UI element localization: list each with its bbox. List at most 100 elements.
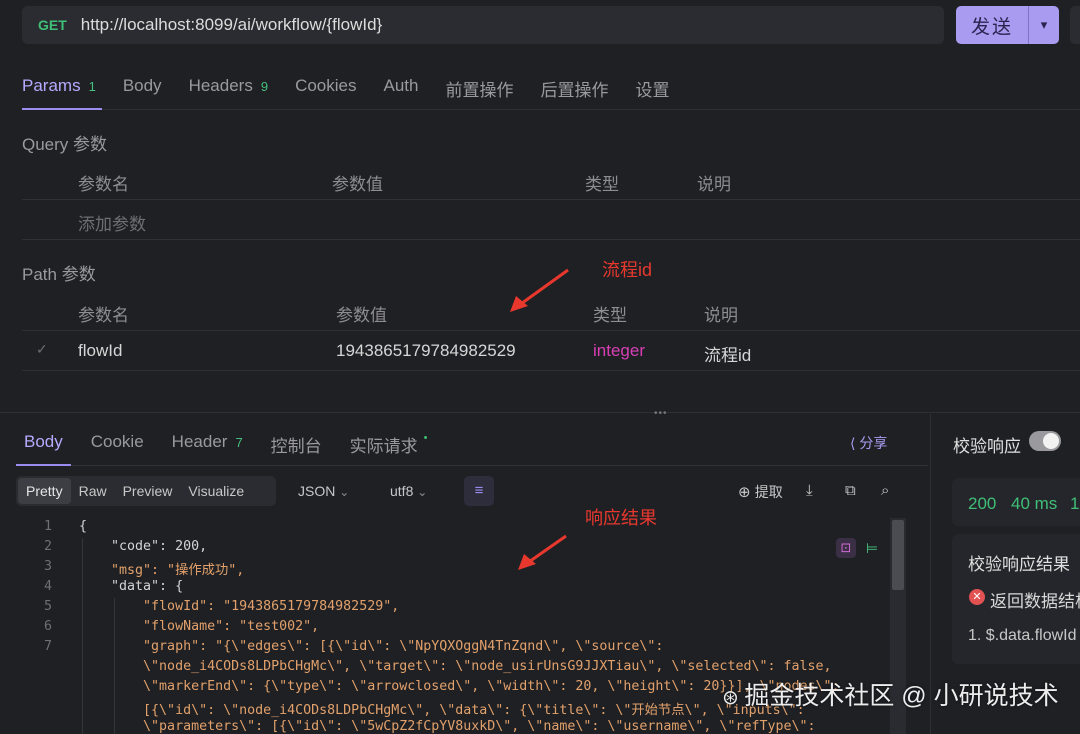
- param-type[interactable]: integer: [593, 341, 645, 361]
- ai-assist-icon[interactable]: ⊡: [836, 538, 856, 558]
- annotation-response: 响应结果: [585, 508, 657, 528]
- share-icon: ⟨: [850, 435, 856, 451]
- download-icon[interactable]: ⤓: [806, 482, 813, 499]
- col-name: 参数名: [78, 306, 129, 325]
- format-pretty[interactable]: Pretty: [18, 478, 71, 504]
- code-line: "data": {: [79, 579, 184, 594]
- tab-cookies[interactable]: Cookies: [295, 62, 356, 110]
- tab-label: Cookie: [90, 432, 144, 451]
- check-icon[interactable]: ✓: [36, 341, 48, 358]
- validate-toggle[interactable]: [1029, 431, 1061, 451]
- tab-response-body[interactable]: Body: [16, 420, 71, 466]
- chevron-down-icon[interactable]: ▾: [1029, 17, 1059, 33]
- col-value: 参数值: [332, 175, 383, 194]
- response-tabs: Body Cookie Header 7 控制台 实际请求 •: [16, 420, 928, 466]
- line-number: 7: [43, 639, 52, 654]
- copy-icon[interactable]: ⧉: [845, 482, 856, 499]
- method-select[interactable]: GET: [38, 17, 67, 33]
- format-select-value: JSON: [298, 483, 336, 499]
- query-add-row: 添加参数: [22, 200, 1080, 240]
- url-input[interactable]: http://localhost:8099/ai/workflow/{flowI…: [81, 15, 382, 35]
- chevron-down-icon: ⌄: [339, 485, 350, 499]
- share-label: 分享: [859, 435, 888, 451]
- chevron-down-icon: ⌄: [417, 485, 428, 499]
- tab-headers[interactable]: Headers 9: [189, 62, 269, 110]
- drag-handle-icon[interactable]: •••: [654, 408, 668, 419]
- code-line: "msg": "操作成功",: [79, 563, 245, 578]
- path-section-title: Path 参数: [22, 265, 96, 284]
- overflow-button[interactable]: [1070, 6, 1080, 44]
- response-time: 40 ms: [1011, 494, 1058, 513]
- col-desc: 说明: [704, 306, 738, 325]
- annotation-flow-id: 流程id: [602, 260, 653, 280]
- code-line: \"parameters\": [{\"id\": \"5wCpZ2fCpYV8…: [79, 719, 816, 734]
- tab-console[interactable]: 控制台: [263, 420, 330, 466]
- tab-body[interactable]: Body: [123, 62, 162, 110]
- tab-label: 后置操作: [540, 81, 609, 100]
- tab-auth[interactable]: Auth: [383, 62, 418, 110]
- add-param-input[interactable]: 添加参数: [78, 210, 146, 235]
- param-value[interactable]: 1943865179784982529: [336, 341, 516, 361]
- status-code: 200: [968, 494, 997, 513]
- outline-icon[interactable]: ⊨: [862, 538, 882, 558]
- format-preview[interactable]: Preview: [115, 478, 181, 504]
- extract-label: 提取: [754, 484, 783, 500]
- extract-icon: ⊕: [738, 484, 751, 501]
- encoding-select[interactable]: utf8 ⌄: [390, 483, 427, 499]
- param-name[interactable]: flowId: [78, 341, 122, 361]
- validate-title: 校验响应: [953, 437, 1021, 456]
- validate-rule-text: 1. $.data.flowId: [968, 627, 1077, 644]
- request-tabs: Params 1 Body Headers 9 Cookies Auth 前置操作 …: [22, 62, 1080, 110]
- panel-splitter[interactable]: [0, 412, 1080, 413]
- encoding-select-value: utf8: [390, 483, 414, 499]
- tab-params[interactable]: Params 1: [22, 62, 102, 110]
- tab-response-header[interactable]: Header 7: [164, 420, 251, 466]
- validate-result-title: 校验响应结果: [968, 555, 1070, 574]
- tab-label: Headers: [188, 76, 253, 95]
- query-section-title: Query 参数: [22, 135, 108, 154]
- status-dot: •: [423, 432, 428, 444]
- wechat-icon: ⊛: [722, 687, 745, 709]
- param-desc[interactable]: 流程id: [704, 341, 751, 366]
- path-param-row[interactable]: ✓ flowId 1943865179784982529 integer 流程i…: [22, 331, 1080, 371]
- response-size: 1: [1070, 494, 1080, 513]
- watermark: ⊛ 掘金技术社区 @ 小研说技术: [722, 676, 1059, 712]
- line-number: 3: [43, 559, 52, 574]
- scrollbar-thumb[interactable]: [892, 520, 904, 590]
- wrap-lines-icon[interactable]: ≡: [464, 476, 494, 506]
- code-line: "code": 200,: [79, 539, 208, 554]
- col-desc: 说明: [697, 175, 731, 194]
- search-icon[interactable]: ⌕: [881, 482, 889, 499]
- send-button[interactable]: 发送 ▾: [956, 6, 1059, 44]
- validate-error-text: 返回数据结构: [990, 592, 1080, 611]
- tab-response-cookie[interactable]: Cookie: [83, 420, 152, 466]
- tab-label: Header: [171, 432, 228, 451]
- send-label[interactable]: 发送: [956, 12, 1028, 39]
- tab-pre-actions[interactable]: 前置操作: [445, 62, 513, 110]
- url-bar[interactable]: GET http://localhost:8099/ai/workflow/{f…: [22, 6, 944, 44]
- code-line: "flowName": "test002",: [79, 619, 320, 634]
- tab-label: Params: [22, 76, 81, 95]
- line-number: 2: [43, 539, 52, 554]
- annotation-arrow-icon: [518, 534, 567, 570]
- line-number: 6: [43, 619, 52, 634]
- line-number: 1: [43, 519, 52, 534]
- format-raw[interactable]: Raw: [71, 478, 115, 504]
- toggle-knob: [1043, 433, 1059, 449]
- tab-post-actions[interactable]: 后置操作: [540, 62, 608, 110]
- query-header-row: 参数名 参数值 类型 说明: [22, 160, 1080, 200]
- format-visualize[interactable]: Visualize: [180, 478, 252, 504]
- tab-settings[interactable]: 设置: [635, 62, 669, 110]
- error-icon: ✕: [969, 589, 985, 605]
- tab-label: 前置操作: [445, 81, 514, 100]
- tab-label: 设置: [635, 81, 670, 100]
- share-button[interactable]: ⟨ 分享: [850, 433, 887, 453]
- tab-badge: 7: [235, 435, 243, 450]
- col-name: 参数名: [78, 175, 129, 194]
- tab-actual-request[interactable]: 实际请求 •: [342, 420, 436, 466]
- tab-label: Cookies: [295, 76, 357, 95]
- extract-button[interactable]: ⊕ 提取: [738, 482, 783, 502]
- format-tabs: Pretty Raw Preview Visualize: [16, 476, 276, 506]
- tab-label: Body: [24, 432, 63, 451]
- format-select[interactable]: JSON ⌄: [298, 483, 349, 499]
